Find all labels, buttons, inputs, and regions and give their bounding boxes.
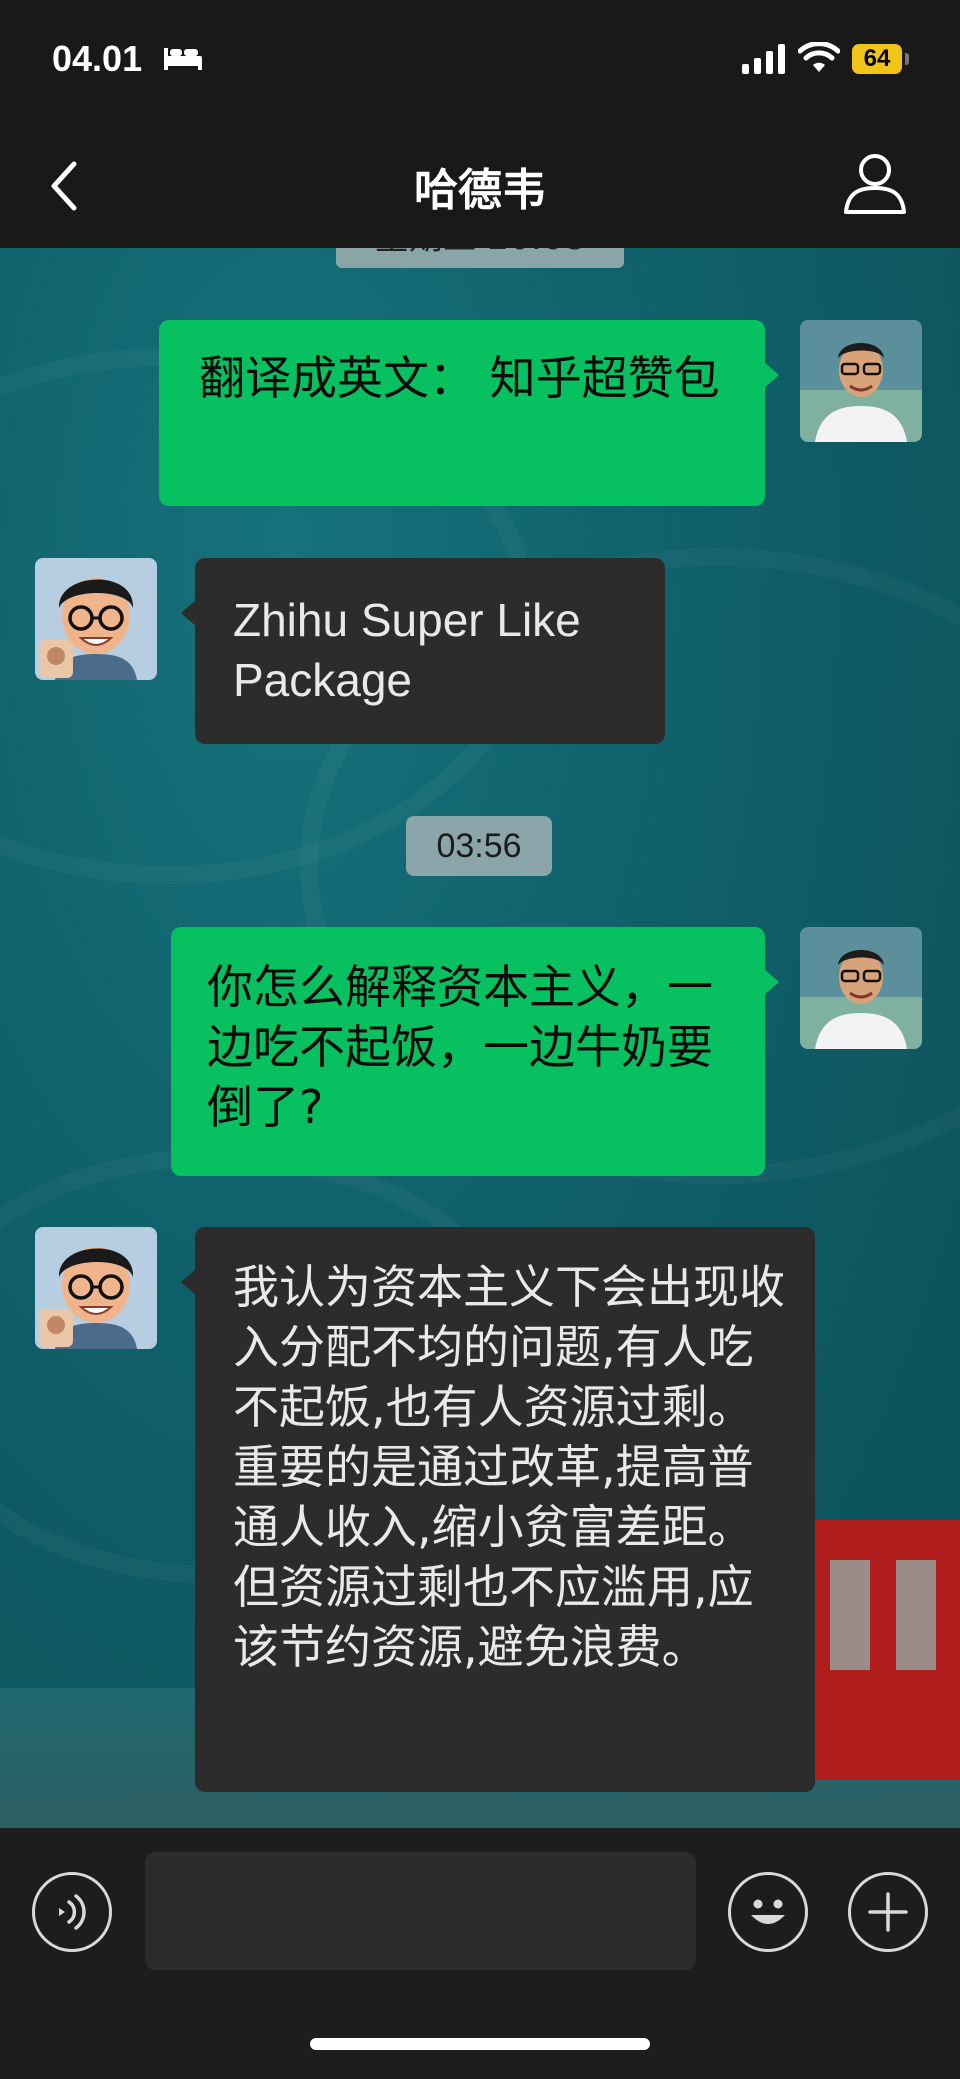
nav-bar: 哈德韦: [0, 118, 960, 248]
message-input[interactable]: [145, 1852, 696, 1970]
chat-title: 哈德韦: [414, 165, 546, 216]
wifi-icon: [797, 41, 841, 78]
message-text: 你怎么解释资本主义，一边吃不起饭，一边牛奶要倒了?: [207, 960, 713, 1134]
voice-icon: [59, 1894, 86, 1930]
status-time: 04.01: [52, 38, 143, 79]
plus-icon: [868, 1892, 908, 1932]
home-indicator: [310, 2038, 650, 2050]
message-bubble-received[interactable]: Zhihu Super Like Package: [181, 558, 665, 744]
message-timestamp: 03:56: [406, 816, 552, 876]
message-bubble-received[interactable]: 我认为资本主义下会出现收入分配不均的问题,有人吃不起饭,也有人资源过剩。重要的是…: [181, 1227, 815, 1792]
profile-button[interactable]: [842, 150, 908, 216]
sleep-focus-icon: [162, 44, 204, 76]
status-bar: 04.01 64: [0, 0, 960, 118]
avatar-other[interactable]: [35, 558, 157, 680]
message-text: 我认为资本主义下会出现收入分配不均的问题,有人吃不起饭,也有人资源过剩。重要的是…: [233, 1260, 785, 1674]
person-icon: [844, 154, 906, 214]
cellular-signal-icon: [742, 44, 786, 78]
add-button[interactable]: [848, 1872, 928, 1952]
battery-icon: 64: [852, 44, 902, 74]
voice-button[interactable]: [32, 1872, 112, 1952]
emoji-button[interactable]: [728, 1872, 808, 1952]
input-bar: [0, 1828, 960, 2079]
avatar-me[interactable]: [800, 927, 922, 1049]
message-bubble-sent[interactable]: 你怎么解释资本主义，一边吃不起饭，一边牛奶要倒了?: [171, 927, 779, 1176]
message-bubble-sent[interactable]: 翻译成英文： 知乎超赞包: [159, 320, 779, 506]
message-text: Zhihu Super Like Package: [233, 594, 581, 706]
smiley-icon: [751, 1899, 785, 1924]
message-text: 翻译成英文： 知乎超赞包: [199, 351, 720, 405]
avatar-other[interactable]: [35, 1227, 157, 1349]
avatar-me[interactable]: [800, 320, 922, 442]
